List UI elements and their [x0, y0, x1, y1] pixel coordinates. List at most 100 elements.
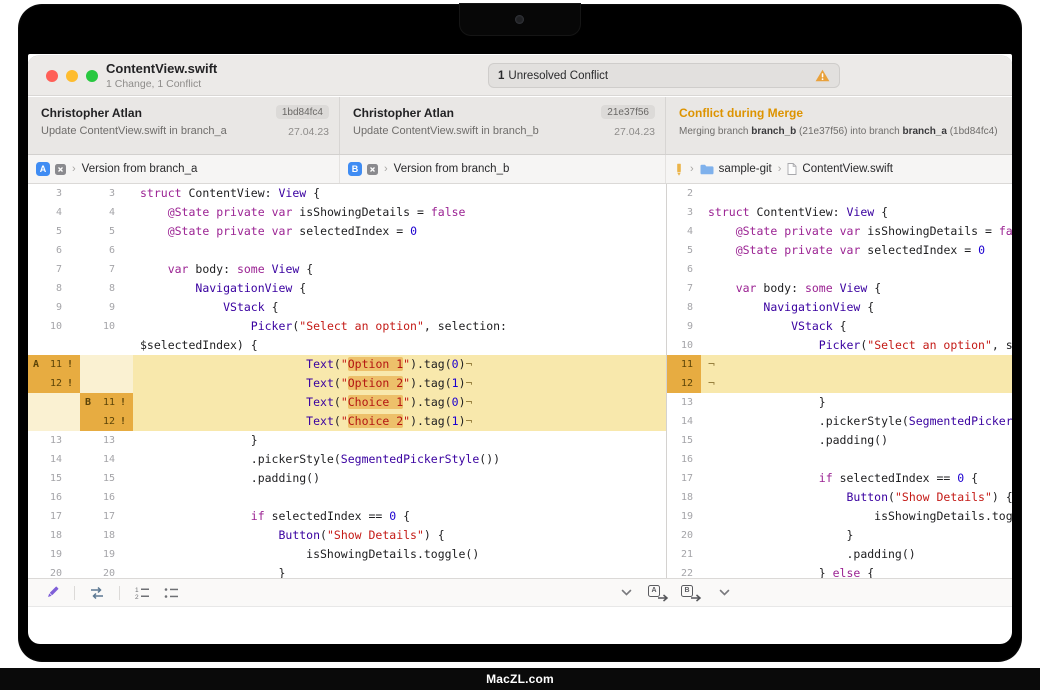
- line-numbers-button[interactable]: 12: [132, 584, 152, 602]
- code-line: 12! Text("Choice 2").tag(1)¬: [28, 412, 666, 431]
- pen-tool-button[interactable]: [42, 584, 62, 602]
- title-block: ContentView.swift 1 Change, 1 Conflict: [106, 61, 217, 90]
- code-text: [133, 488, 666, 507]
- svg-text:2: 2: [135, 594, 139, 600]
- commit-card-b: Christopher Atlan Update ContentView.swi…: [340, 97, 666, 154]
- code-text: Text("Option 1").tag(0)¬: [133, 355, 666, 374]
- code-text: VStack {: [133, 298, 666, 317]
- minimize-button[interactable]: [66, 70, 78, 82]
- code-line: 1616: [28, 488, 666, 507]
- line-number-a: [28, 393, 80, 412]
- commit-header: Christopher Atlan Update ContentView.swi…: [28, 97, 1012, 155]
- dropdown-chevron-left[interactable]: [616, 584, 636, 602]
- line-number-result: 14: [667, 412, 701, 431]
- line-number-result: 22: [667, 564, 701, 578]
- result-file-name: ContentView.swift: [802, 163, 893, 175]
- code-line: 4 @State private var isShowingDetails = …: [667, 222, 1012, 241]
- commit-card-a: Christopher Atlan Update ContentView.swi…: [28, 97, 340, 154]
- line-number-result: 5: [667, 241, 701, 260]
- code-line: 88 NavigationView {: [28, 279, 666, 298]
- watermark-bar: MacZL.com: [0, 668, 1040, 690]
- line-number-a: 10: [28, 317, 80, 336]
- code-text: .padding(): [701, 431, 1012, 450]
- line-number-result: 18: [667, 488, 701, 507]
- unresolved-conflict-status[interactable]: 1 Unresolved Conflict: [488, 63, 840, 88]
- code-panel-left[interactable]: 33struct ContentView: View {44 @State pr…: [28, 184, 666, 578]
- conflict-gutter-a[interactable]: 12!: [28, 374, 80, 393]
- toolbar-divider: [119, 586, 120, 600]
- line-number-result: 19: [667, 507, 701, 526]
- line-number-result: 15: [667, 431, 701, 450]
- code-line: 6: [667, 260, 1012, 279]
- code-text: Picker("Select an option", selection:: [133, 317, 666, 336]
- code-line: 1717 if selectedIndex == 0 {: [28, 507, 666, 526]
- line-number-a: 7: [28, 260, 80, 279]
- code-line: 44 @State private var isShowingDetails =…: [28, 203, 666, 222]
- conflict-gutter-result[interactable]: 12: [667, 374, 701, 393]
- conflict-gutter-result[interactable]: 11: [667, 355, 701, 374]
- line-number-a: 4: [28, 203, 80, 222]
- commit-date: 27.04.23: [288, 126, 329, 138]
- code-line: 22 } else {: [667, 564, 1012, 578]
- code-line: 11¬: [667, 355, 1012, 374]
- code-text: }: [133, 564, 666, 578]
- breadcrumb-result[interactable]: › sample-git › ContentView.swift: [666, 155, 1012, 183]
- version-a-label: Version from branch_a: [82, 163, 198, 175]
- line-number-b: 9: [80, 298, 133, 317]
- breadcrumb-bar: A › Version from branch_a B › Version fr…: [28, 155, 1012, 184]
- line-number-b: 3: [80, 184, 133, 203]
- code-text: Button("Show Details") {: [133, 526, 666, 545]
- code-line: 77 var body: some View {: [28, 260, 666, 279]
- code-text: ¬: [701, 355, 1012, 374]
- toolbar-right-group: A B: [616, 579, 734, 606]
- code-text: [701, 184, 1012, 203]
- toolbar-left-group: 12: [28, 584, 181, 602]
- pen-icon: [674, 163, 684, 176]
- version-b-label: Version from branch_b: [394, 163, 510, 175]
- code-text: $selectedIndex) {: [133, 336, 666, 355]
- code-line: 17 if selectedIndex == 0 {: [667, 469, 1012, 488]
- conflict-gutter-a[interactable]: A11!: [28, 355, 80, 374]
- code-line: 1010 Picker("Select an option", selectio…: [28, 317, 666, 336]
- line-number-a: [28, 412, 80, 431]
- line-number-a: 9: [28, 298, 80, 317]
- arrow-right-icon: [657, 594, 669, 602]
- choose-b-button[interactable]: B: [681, 585, 702, 601]
- code-text: if selectedIndex == 0 {: [133, 507, 666, 526]
- line-number-result: 10: [667, 336, 701, 355]
- code-panel-right[interactable]: 23struct ContentView: View {4 @State pri…: [666, 184, 1012, 578]
- chevron-separator: ›: [690, 163, 694, 175]
- line-number-b: 13: [80, 431, 133, 450]
- line-number-a: [28, 336, 80, 355]
- line-number-result: 6: [667, 260, 701, 279]
- macbook-mockup: ContentView.swift 1 Change, 1 Conflict 1…: [0, 0, 1040, 690]
- dropdown-chevron-right[interactable]: [714, 584, 734, 602]
- diff-editor: 33struct ContentView: View {44 @State pr…: [28, 184, 1012, 578]
- code-line: 66: [28, 241, 666, 260]
- close-button[interactable]: [46, 70, 58, 82]
- line-number-a: 6: [28, 241, 80, 260]
- conflict-gutter-b[interactable]: 12!: [80, 412, 133, 431]
- code-text: Text("Choice 2").tag(1)¬: [133, 412, 666, 431]
- camera-dot: [515, 15, 524, 24]
- breadcrumb-version-b[interactable]: B › Version from branch_b: [340, 155, 666, 183]
- zoom-button[interactable]: [86, 70, 98, 82]
- window-titlebar[interactable]: ContentView.swift 1 Change, 1 Conflict 1…: [28, 56, 1012, 96]
- watermark-text: MacZL.com: [486, 672, 554, 686]
- line-number-b: [80, 355, 133, 374]
- code-text: .padding(): [133, 469, 666, 488]
- line-number-result: 2: [667, 184, 701, 203]
- code-line: A11! Text("Option 1").tag(0)¬: [28, 355, 666, 374]
- code-line: 10 Picker("Select an option", selection:…: [667, 336, 1012, 355]
- branch-b-name: branch_b: [751, 126, 796, 137]
- breadcrumb-version-a[interactable]: A › Version from branch_a: [28, 155, 340, 183]
- conflict-gutter-b[interactable]: B11!: [80, 393, 133, 412]
- code-text: isShowingDetails.toggle(): [133, 545, 666, 564]
- change-list-button[interactable]: [161, 584, 181, 602]
- code-text: [701, 450, 1012, 469]
- swap-sides-button[interactable]: [87, 584, 107, 602]
- line-number-b: 10: [80, 317, 133, 336]
- choose-a-button[interactable]: A: [648, 585, 669, 601]
- folder-icon: [700, 164, 714, 175]
- code-text: [701, 260, 1012, 279]
